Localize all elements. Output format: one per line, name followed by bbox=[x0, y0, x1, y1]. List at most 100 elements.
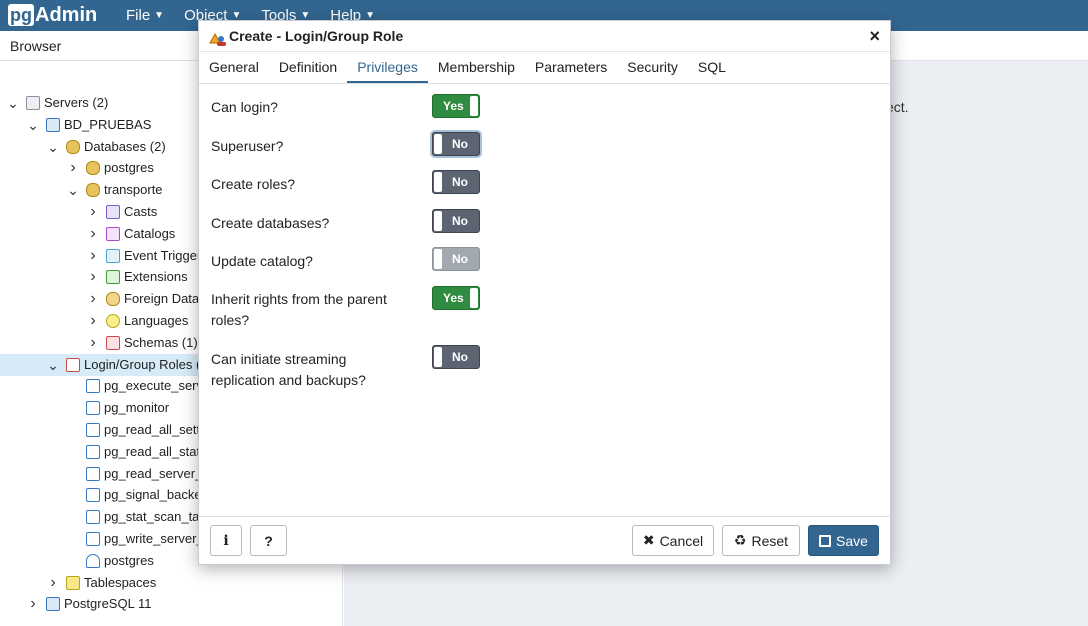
chevron-right-icon[interactable]: › bbox=[86, 310, 100, 332]
login-role-icon bbox=[209, 28, 227, 46]
info-button[interactable]: i bbox=[210, 525, 242, 556]
tab-privileges[interactable]: Privileges bbox=[347, 52, 428, 83]
toggle-knob bbox=[434, 134, 442, 154]
chevron-right-icon[interactable]: › bbox=[66, 157, 80, 179]
tree-node-label: pg_signal_backer bbox=[104, 487, 206, 503]
tab-membership[interactable]: Membership bbox=[428, 52, 525, 83]
can-login-toggle[interactable]: Yes bbox=[432, 94, 480, 118]
tree-node[interactable]: pg_execute_serve bbox=[66, 375, 210, 397]
reset-button[interactable]: ♻ Reset bbox=[722, 525, 800, 556]
extensions-icon bbox=[106, 270, 120, 285]
field-label: Can login? bbox=[211, 99, 278, 115]
chevron-right-icon[interactable]: › bbox=[86, 288, 100, 310]
tree-node[interactable]: pg_read_server_f bbox=[66, 463, 206, 485]
server-elephant-icon bbox=[46, 597, 60, 612]
tab-general[interactable]: General bbox=[199, 52, 269, 83]
casts-icon bbox=[106, 205, 120, 219]
toggle-knob bbox=[470, 288, 478, 308]
roles-icon bbox=[66, 357, 80, 372]
tree-node[interactable]: › Foreign Data bbox=[86, 288, 199, 310]
help-button[interactable]: ? bbox=[250, 525, 287, 556]
database-icon bbox=[86, 161, 100, 176]
tree-node-label: pg_read_all_stats bbox=[104, 443, 207, 459]
dialog-title-bar[interactable]: Create - Login/Group Role bbox=[199, 21, 890, 52]
field-label: Superuser? bbox=[211, 138, 284, 154]
chevron-right-icon[interactable]: › bbox=[86, 245, 100, 267]
tree-node[interactable]: › Schemas (1) bbox=[86, 332, 197, 354]
tree-node-label: postgres bbox=[104, 160, 154, 176]
tree-node-label: pg_write_server_ bbox=[104, 531, 204, 546]
group-role-icon bbox=[86, 444, 100, 459]
dialog-title: Create - Login/Group Role bbox=[229, 27, 404, 44]
superuser-toggle[interactable]: No bbox=[432, 132, 480, 156]
field-label: Create databases? bbox=[211, 215, 330, 231]
tree-node[interactable]: ⌄ transporte bbox=[66, 179, 163, 201]
reset-label: Reset bbox=[751, 532, 789, 549]
chevron-down-icon[interactable]: ⌄ bbox=[46, 140, 60, 154]
menu-file-label: File bbox=[126, 7, 151, 24]
tree-node[interactable]: › Event Triggers bbox=[86, 245, 208, 267]
chevron-down-icon[interactable]: ⌄ bbox=[6, 96, 20, 110]
tree-node-label: pg_read_server_f bbox=[104, 465, 206, 481]
tree-node[interactable]: ⌄ Servers (2) bbox=[6, 92, 108, 114]
close-icon[interactable]: × bbox=[869, 26, 880, 47]
tree-node[interactable]: pg_monitor bbox=[66, 397, 169, 419]
chevron-down-icon[interactable]: ⌄ bbox=[26, 118, 40, 132]
tree-node[interactable]: pg_signal_backer bbox=[66, 484, 206, 506]
event-triggers-icon bbox=[106, 248, 120, 263]
tree-node[interactable]: › Catalogs bbox=[86, 223, 175, 245]
inherit-rights-toggle[interactable]: Yes bbox=[432, 286, 480, 310]
group-role-icon bbox=[86, 488, 100, 503]
chevron-right-icon[interactable]: › bbox=[86, 223, 100, 245]
create-databases-toggle[interactable]: No bbox=[432, 209, 480, 233]
tree-node[interactable]: › postgres bbox=[66, 157, 154, 179]
toggle-knob bbox=[470, 96, 478, 116]
tree-node[interactable]: pg_read_all_stats bbox=[66, 441, 207, 463]
chevron-down-icon: ▼ bbox=[154, 10, 165, 21]
toggle-text: No bbox=[452, 214, 468, 228]
field-label: Create roles? bbox=[211, 176, 296, 192]
database-icon bbox=[86, 183, 100, 198]
chevron-right-icon[interactable]: › bbox=[86, 266, 100, 288]
tree-node[interactable]: ⌄ BD_PRUEBAS bbox=[26, 114, 151, 136]
tab-sql[interactable]: SQL bbox=[688, 52, 736, 83]
tab-parameters[interactable]: Parameters bbox=[525, 52, 617, 83]
tab-definition[interactable]: Definition bbox=[269, 52, 347, 83]
chevron-right-icon[interactable]: › bbox=[46, 572, 60, 594]
servers-icon bbox=[26, 96, 40, 110]
chevron-down-icon[interactable]: ⌄ bbox=[46, 358, 60, 372]
tree-node[interactable]: › Languages bbox=[86, 310, 188, 332]
tree-node-label: postgres bbox=[104, 552, 154, 568]
tree-node[interactable]: › PostgreSQL 11 bbox=[26, 593, 151, 615]
menu-file[interactable]: File ▼ bbox=[126, 0, 164, 31]
save-button[interactable]: Save bbox=[808, 525, 879, 556]
chevron-down-icon[interactable]: ⌄ bbox=[66, 183, 80, 197]
toggle-text: No bbox=[452, 137, 468, 151]
chevron-right-icon[interactable]: › bbox=[86, 201, 100, 223]
privileges-form: Can login? Yes Superuser? No Create role… bbox=[199, 84, 890, 518]
toggle-text: No bbox=[452, 350, 468, 364]
tree-node[interactable]: › Tablespaces bbox=[46, 572, 156, 594]
tree-node-label: Tablespaces bbox=[84, 574, 157, 590]
toggle-knob bbox=[434, 347, 442, 367]
tree-node[interactable]: pg_read_all_setti bbox=[66, 419, 203, 441]
chevron-right-icon[interactable]: › bbox=[86, 332, 100, 354]
replication-toggle[interactable]: No bbox=[432, 345, 480, 369]
tree-node[interactable]: › Extensions bbox=[86, 266, 187, 288]
group-role-icon bbox=[86, 423, 100, 437]
create-roles-toggle[interactable]: No bbox=[432, 170, 480, 194]
tree-node-label: pg_stat_scan_tab bbox=[104, 509, 207, 525]
catalogs-icon bbox=[106, 226, 120, 241]
tree-node[interactable]: pg_stat_scan_tab bbox=[66, 506, 207, 528]
cancel-button[interactable]: ✖ Cancel bbox=[632, 525, 714, 556]
tree-node[interactable]: › Casts bbox=[86, 201, 157, 223]
logo-pg: pg bbox=[8, 4, 34, 26]
dialog-footer: i ? ✖ Cancel ♻ Reset Save bbox=[199, 516, 890, 564]
group-role-icon bbox=[86, 379, 100, 394]
tree-node[interactable]: postgres bbox=[66, 550, 154, 572]
tree-node-label: Languages bbox=[124, 313, 189, 328]
chevron-right-icon[interactable]: › bbox=[26, 593, 40, 615]
tree-node[interactable]: pg_write_server_ bbox=[66, 528, 204, 550]
tab-security[interactable]: Security bbox=[617, 52, 688, 83]
tree-node[interactable]: ⌄ Databases (2) bbox=[46, 136, 166, 158]
